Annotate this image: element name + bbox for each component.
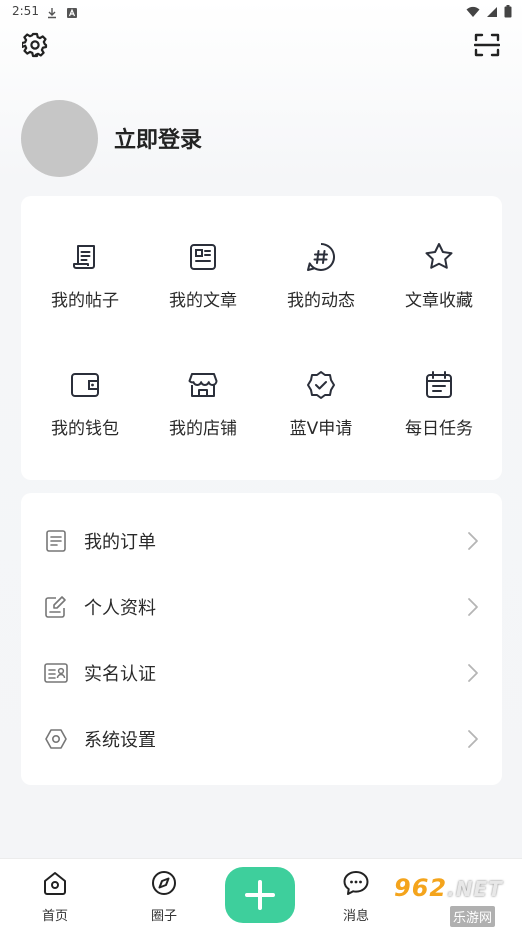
shortcut-grid: 我的帖子 我的文章 我的动态 文章收藏 我的钱包 我的店铺 蓝V申请 每日任务 xyxy=(21,196,502,480)
edit-profile-icon xyxy=(43,594,69,620)
tab-label: 首页 xyxy=(41,909,68,924)
status-time: 2:51 xyxy=(12,4,39,18)
avatar[interactable] xyxy=(21,99,98,177)
store-icon xyxy=(186,368,220,402)
grid-item-label: 我的帖子 xyxy=(51,291,119,311)
grid-item-label: 蓝V申请 xyxy=(289,419,353,439)
verified-badge-icon xyxy=(304,368,338,402)
watermark-site-name: 乐游网 xyxy=(450,906,496,927)
signal-icon xyxy=(486,3,498,22)
scroll-icon xyxy=(68,240,102,274)
calendar-icon xyxy=(422,368,456,402)
chevron-right-icon xyxy=(468,598,478,616)
wallet-icon xyxy=(68,368,102,402)
order-icon xyxy=(43,528,69,554)
status-right-icons xyxy=(466,3,512,22)
menu-item-label: 系统设置 xyxy=(84,730,156,751)
compass-icon xyxy=(150,869,178,897)
menu-item-my-orders[interactable]: 我的订单 xyxy=(21,511,502,571)
star-icon xyxy=(422,240,456,274)
tab-label: 圈子 xyxy=(150,909,177,924)
article-icon xyxy=(186,240,220,274)
tab-home[interactable]: 首页 xyxy=(25,869,85,924)
grid-item-my-activity[interactable]: 我的动态 xyxy=(261,240,381,340)
a-icon xyxy=(66,4,78,18)
grid-item-label: 我的动态 xyxy=(287,291,355,311)
grid-item-label: 文章收藏 xyxy=(405,291,473,311)
tab-label: 消息 xyxy=(342,909,369,924)
scan-icon xyxy=(474,33,500,57)
id-card-icon xyxy=(43,660,69,686)
menu-item-label: 实名认证 xyxy=(84,664,156,685)
chat-icon xyxy=(342,869,370,897)
grid-item-article-favorites[interactable]: 文章收藏 xyxy=(379,240,499,340)
home-icon xyxy=(41,869,69,897)
hashtag-icon xyxy=(304,240,338,274)
hexagon-settings-icon xyxy=(43,726,69,752)
grid-item-my-store[interactable]: 我的店铺 xyxy=(143,368,263,468)
settings-button[interactable] xyxy=(20,30,50,60)
tab-circles[interactable]: 圈子 xyxy=(134,869,194,924)
menu-item-personal-info[interactable]: 个人资料 xyxy=(21,577,502,637)
watermark-logo: 962.NET 乐游网 xyxy=(388,874,518,927)
grid-item-my-posts[interactable]: 我的帖子 xyxy=(25,240,145,340)
grid-item-my-articles[interactable]: 我的文章 xyxy=(143,240,263,340)
menu-list-card: 我的订单 个人资料 实名认证 系统设置 xyxy=(21,493,502,785)
tab-messages[interactable]: 消息 xyxy=(326,869,386,924)
create-post-button[interactable] xyxy=(225,867,295,923)
grid-item-label: 我的钱包 xyxy=(51,419,119,439)
menu-item-label: 个人资料 xyxy=(84,598,156,619)
download-icon xyxy=(46,4,58,19)
chevron-right-icon xyxy=(468,730,478,748)
menu-item-real-name-verification[interactable]: 实名认证 xyxy=(21,643,502,703)
scan-button[interactable] xyxy=(472,30,502,60)
menu-item-label: 我的订单 xyxy=(84,532,156,553)
watermark-number: 962.NET xyxy=(394,874,503,902)
shortcut-grid-card: 我的帖子 我的文章 我的动态 文章收藏 我的钱包 我的店铺 蓝V申请 每日任务 xyxy=(21,196,502,480)
grid-item-my-wallet[interactable]: 我的钱包 xyxy=(25,368,145,468)
status-bar: 2:51 xyxy=(0,0,522,24)
plus-icon xyxy=(245,880,275,910)
chevron-right-icon xyxy=(468,664,478,682)
gear-icon xyxy=(22,32,48,58)
grid-item-blue-v-application[interactable]: 蓝V申请 xyxy=(261,368,381,468)
battery-icon xyxy=(504,3,512,22)
grid-item-label: 我的店铺 xyxy=(169,419,237,439)
profile-login-area[interactable]: 立即登录 xyxy=(21,99,202,177)
chevron-right-icon xyxy=(468,532,478,550)
grid-item-daily-tasks[interactable]: 每日任务 xyxy=(379,368,499,468)
login-button[interactable]: 立即登录 xyxy=(114,122,202,154)
grid-item-label: 我的文章 xyxy=(169,291,237,311)
menu-item-system-settings[interactable]: 系统设置 xyxy=(21,709,502,769)
status-left-icons xyxy=(46,4,78,19)
wifi-icon xyxy=(466,3,480,22)
grid-item-label: 每日任务 xyxy=(405,419,473,439)
